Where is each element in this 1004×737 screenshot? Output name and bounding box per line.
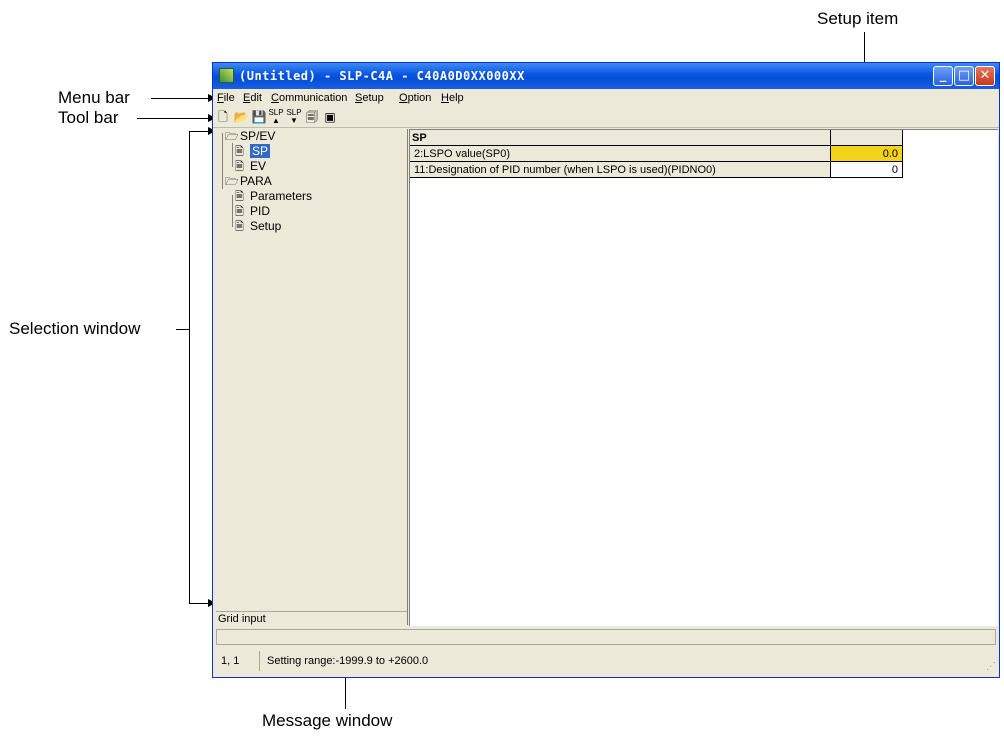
input-field[interactable] <box>216 629 996 645</box>
tree-node-ev[interactable]: 🗎 EV <box>235 159 266 174</box>
menu-help[interactable]: Help <box>441 92 464 104</box>
menu-setup[interactable]: Setup <box>355 92 384 104</box>
callout-tool-bar-line <box>137 118 211 119</box>
open-folder-icon: 🗁 <box>225 131 239 143</box>
download-slp-icon[interactable]: SLP ▼ <box>286 109 302 125</box>
message-window: 1, 1 Setting range:-1999.9 to +2600.0 ⋰ <box>213 647 999 675</box>
callout-message-window: Message window <box>262 711 393 730</box>
grid-header-value <box>831 130 903 146</box>
tool-bar: 🗋 📂 💾 SLP ▲ SLP ▼ 🗐 ▣ <box>213 107 999 128</box>
grid-row-value-pidno0[interactable]: 0 <box>831 162 903 178</box>
open-folder-icon[interactable]: 📂 <box>233 109 249 125</box>
new-file-icon[interactable]: 🗋 <box>215 109 231 125</box>
resize-grip-icon[interactable]: ⋰ <box>986 661 996 672</box>
selection-window: 🗁SP/EV 🗎 SP 🗎 EV 🗁PARA 🗎 Parameters 🗎 PID 🗎 S… <box>216 129 408 625</box>
properties-icon[interactable]: 🗐 <box>304 109 320 125</box>
minimize-button[interactable]: _ <box>933 66 953 86</box>
callout-menu-bar-line <box>151 98 211 99</box>
callout-menu-bar: Menu bar <box>58 88 130 107</box>
menu-bar: File Edit Communication Setup Option Hel… <box>213 89 999 107</box>
grid-row-label: 11:Designation of PID number (when LSPO … <box>410 162 831 178</box>
cursor-position: 1, 1 <box>221 655 240 667</box>
tree-node-pid[interactable]: 🗎 PID <box>235 204 270 219</box>
tree-node-parameters[interactable]: 🗎 Parameters <box>235 189 312 204</box>
document-icon: 🗎 <box>235 206 244 218</box>
tree-node-setup[interactable]: 🗎 Setup <box>235 219 281 234</box>
tree-connector <box>232 143 233 167</box>
tree-node-spev[interactable]: 🗁SP/EV <box>225 129 275 144</box>
grid-header-label: SP <box>410 130 831 146</box>
title-bar[interactable]: (Untitled) - SLP-C4A - C40A0D0XX000XX _ … <box>213 63 999 89</box>
status-divider <box>259 651 260 671</box>
save-icon[interactable]: 💾 <box>251 109 267 125</box>
upload-slp-icon[interactable]: SLP ▲ <box>268 109 284 125</box>
callout-tool-bar: Tool bar <box>58 108 119 127</box>
tree-node-para[interactable]: 🗁PARA <box>225 174 272 189</box>
window-icon[interactable]: ▣ <box>322 109 338 125</box>
status-message: Setting range:-1999.9 to +2600.0 <box>267 655 429 667</box>
callout-message-line <box>345 673 346 709</box>
callout-selection-line-v <box>189 131 190 604</box>
tree-node-sp[interactable]: 🗎 SP <box>235 144 271 159</box>
document-icon: 🗎 <box>235 161 244 173</box>
window-title: (Untitled) - SLP-C4A - C40A0D0XX000XX <box>239 69 525 83</box>
callout-selection-line-h <box>176 329 190 330</box>
grid-input-label: Grid input <box>216 611 407 625</box>
document-icon: 🗎 <box>235 221 244 233</box>
close-button[interactable]: ✕ <box>975 66 995 86</box>
menu-communication[interactable]: Communication <box>271 92 347 104</box>
setup-grid: SP 2:LSPO value(SP0) 0.0 11:Designation … <box>409 129 998 626</box>
open-folder-icon: 🗁 <box>225 176 239 188</box>
app-icon <box>219 68 234 83</box>
menu-edit[interactable]: Edit <box>243 92 262 104</box>
callout-setup-item: Setup item <box>817 9 899 28</box>
tree-connector <box>232 195 233 227</box>
document-icon: 🗎 <box>235 146 244 158</box>
app-window: (Untitled) - SLP-C4A - C40A0D0XX000XX _ … <box>212 62 1000 678</box>
maximize-button[interactable]: □ <box>954 66 974 86</box>
grid-row-value-sp0[interactable]: 0.0 <box>831 146 903 162</box>
callout-selection-window: Selection window <box>9 319 141 338</box>
grid-row-label: 2:LSPO value(SP0) <box>410 146 831 162</box>
menu-file[interactable]: File <box>217 92 235 104</box>
menu-option[interactable]: Option <box>399 92 431 104</box>
document-icon: 🗎 <box>235 191 244 203</box>
tree-connector <box>222 133 223 189</box>
